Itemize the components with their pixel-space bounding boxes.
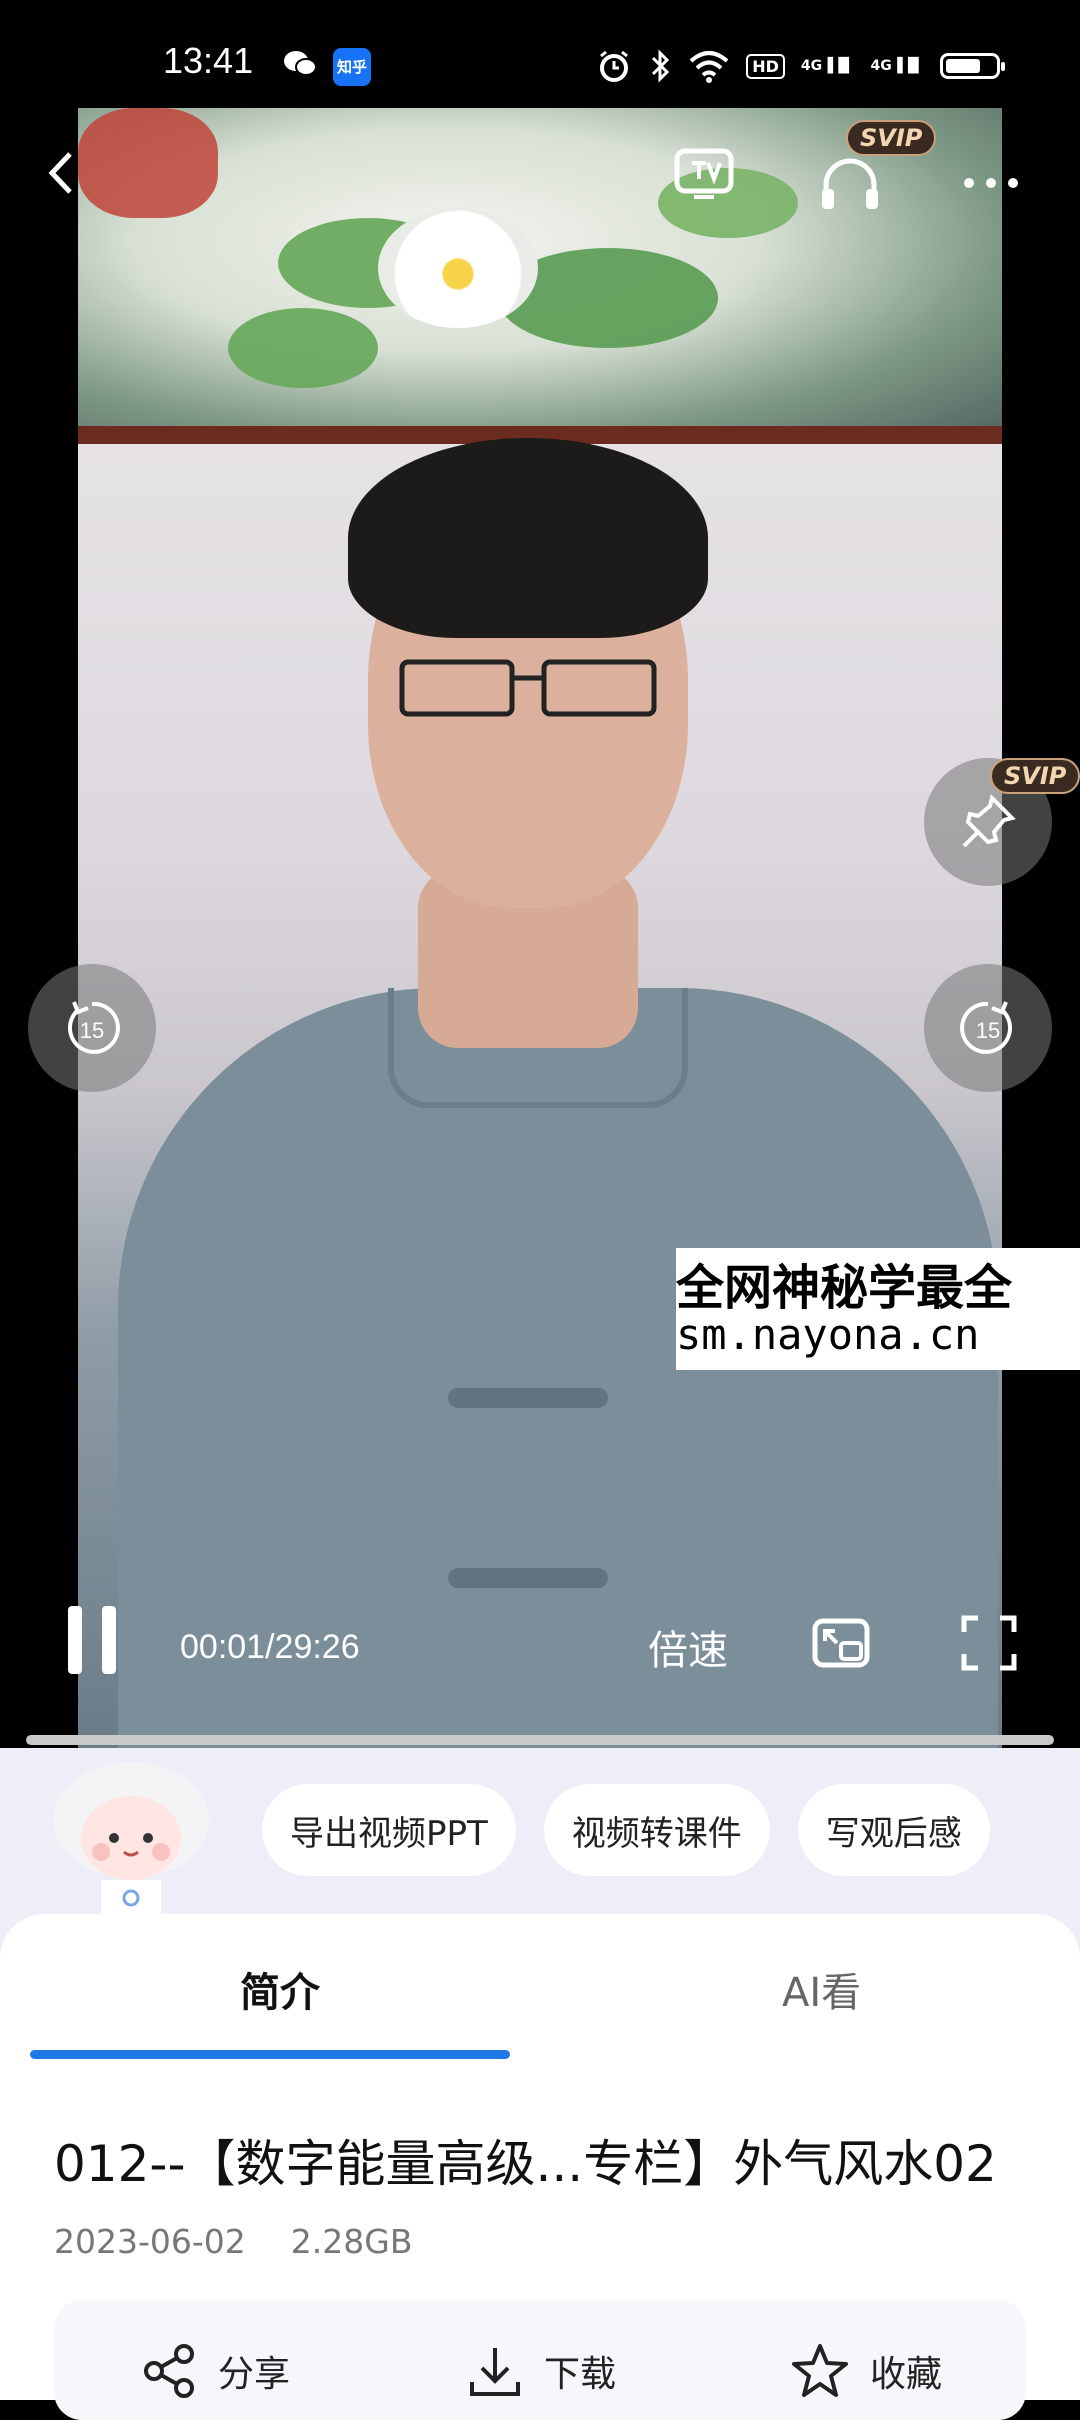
- export-ppt-chip[interactable]: 导出视频PPT: [262, 1784, 516, 1876]
- watermark-line-1: 全网神秘学最全: [676, 1260, 1013, 1316]
- tab-ai-watch[interactable]: AI看: [782, 1960, 861, 2018]
- pin-icon: [962, 794, 1016, 848]
- download-button[interactable]: 下载: [466, 2342, 616, 2400]
- speed-button[interactable]: 倍速: [648, 1618, 728, 1676]
- favorite-button[interactable]: 收藏: [790, 2342, 942, 2400]
- action-bar: 分享 下载 收藏: [54, 2300, 1026, 2420]
- back-button[interactable]: [36, 138, 86, 208]
- svg-text:15: 15: [976, 1018, 1000, 1043]
- ai-quick-actions: 导出视频PPT 视频转课件 写观后感: [262, 1784, 990, 1876]
- fullscreen-button[interactable]: [954, 1608, 1024, 1678]
- watermark-line-2: sm.nayona.cn: [676, 1310, 980, 1359]
- pause-button[interactable]: [54, 1600, 130, 1680]
- more-icon: [964, 178, 1018, 188]
- battery-level: [946, 59, 981, 73]
- video-date: 2023-06-02: [54, 2222, 246, 2261]
- forward-15-icon: 15: [960, 1001, 1013, 1054]
- bluetooth-icon: [652, 49, 670, 83]
- back-icon: [48, 152, 72, 194]
- signal-icon-1: 4G▐▐▌: [800, 58, 855, 74]
- audio-mode-button[interactable]: [810, 148, 890, 218]
- pin-svip-badge: SVIP: [990, 758, 1080, 794]
- playback-time: 00:01/29:26: [180, 1628, 360, 1666]
- glasses: [399, 659, 657, 717]
- pause-icon: [68, 1606, 116, 1674]
- svg-text:15: 15: [80, 1018, 104, 1043]
- picture-in-picture-icon: [812, 1618, 870, 1668]
- zhihu-app-icon: 知乎: [333, 48, 371, 86]
- status-icons: HD 4G▐▐▌ 4G▐▐▌: [596, 46, 1005, 86]
- battery-icon: [940, 53, 1005, 79]
- forward-15-button[interactable]: 15: [924, 964, 1052, 1092]
- person-hair: [348, 438, 708, 638]
- video-to-courseware-chip[interactable]: 视频转课件: [543, 1784, 770, 1876]
- wechat-icon: [284, 51, 317, 76]
- active-tab-indicator: [30, 2050, 510, 2059]
- video-size: 2.28GB: [290, 2222, 413, 2261]
- ai-mascot-icon[interactable]: [46, 1760, 216, 1920]
- headphones-icon: [822, 158, 878, 209]
- download-label: 下载: [544, 2354, 617, 2395]
- write-review-chip[interactable]: 写观后感: [797, 1784, 990, 1876]
- video-player[interactable]: SVIP SVIP 15 15 全网神秘学最全 sm.nayona.cn 00:…: [0, 108, 1080, 1748]
- star-icon: [792, 2344, 848, 2397]
- rewind-15-button[interactable]: 15: [28, 964, 156, 1092]
- rewind-15-icon: 15: [67, 1001, 120, 1054]
- favorite-label: 收藏: [870, 2354, 943, 2395]
- tv-cast-button[interactable]: [668, 138, 740, 208]
- status-bar: 13:41 知乎 HD 4G▐▐▌ 4G▐▐▌: [0, 0, 1080, 108]
- tv-cast-icon: [674, 148, 734, 199]
- hd-voice-icon: HD: [746, 53, 785, 79]
- signal-icon-2: 4G▐▐▌: [870, 58, 924, 74]
- picture-in-picture-button[interactable]: [806, 1608, 876, 1678]
- alarm-icon: [600, 50, 629, 82]
- download-icon: [470, 2348, 520, 2396]
- svip-badge: SVIP: [846, 120, 937, 156]
- video-frame: [78, 108, 1002, 1748]
- share-icon: [144, 2344, 194, 2398]
- video-meta: 2023-06-02 2.28GB: [54, 2222, 412, 2261]
- video-progress-bar[interactable]: [26, 1735, 1054, 1745]
- fullscreen-icon: [961, 1615, 1017, 1671]
- video-title: 012--【数字能量高级...专栏】外气风水02: [54, 2135, 997, 2193]
- tab-intro[interactable]: 简介: [240, 1960, 320, 2018]
- video-watermark: 全网神秘学最全 sm.nayona.cn: [676, 1248, 1080, 1370]
- share-button[interactable]: 分享: [140, 2342, 290, 2400]
- share-label: 分享: [218, 2354, 291, 2395]
- status-time: 13:41: [163, 40, 254, 81]
- more-button[interactable]: [956, 158, 1026, 208]
- wifi-icon: [689, 51, 729, 83]
